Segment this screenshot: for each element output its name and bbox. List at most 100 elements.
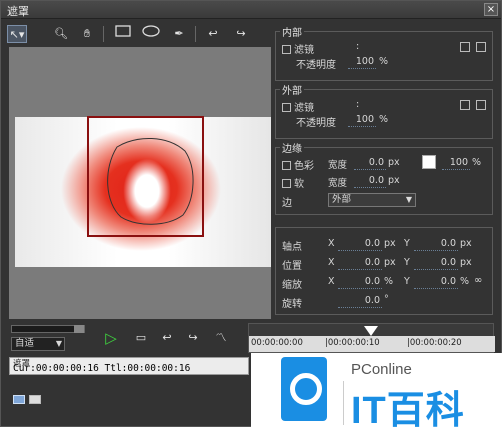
outer-opacity-unit: % — [379, 114, 389, 125]
window-title: 遮罩 — [7, 5, 29, 18]
edge-side-label: 边 — [282, 198, 292, 209]
rectangle-icon[interactable] — [113, 25, 133, 43]
anchor-x-field[interactable]: 0.0 — [338, 238, 382, 251]
edge-side-value: 外部 — [332, 194, 352, 205]
watermark-title: IT百科 — [351, 390, 465, 427]
inner-title: 内部 — [280, 24, 304, 39]
edge-panel: 边缘 色彩 宽度 0.0 px 100 % 软 宽度 0.0 px 边 外部 ▼ — [275, 140, 493, 215]
playhead[interactable] — [364, 326, 378, 336]
edge-title: 边缘 — [280, 140, 304, 155]
outer-opacity-field[interactable]: 100 — [348, 114, 376, 127]
timeline-ruler[interactable]: 00:00:00:00 |00:00:00:10 |00:00:00:20 — [249, 336, 495, 352]
inner-opacity-field[interactable]: 100 — [348, 56, 376, 69]
watermark: PConline IT百科 — [251, 353, 502, 427]
ellipse-icon[interactable] — [141, 25, 161, 43]
edge-soft-label: 软 — [294, 179, 304, 190]
pconline-logo-icon — [281, 357, 327, 421]
zoom-icon[interactable]: 🔍︎ — [51, 25, 71, 43]
outer-filter-label: 滤镜 — [294, 103, 314, 114]
anchor-y-field[interactable]: 0.0 — [414, 238, 458, 251]
view-mode-toggles — [13, 395, 45, 407]
zoom-value: 自适 — [15, 338, 35, 349]
anchor-x-label: X — [328, 238, 335, 249]
edge-width-unit: px — [388, 157, 400, 168]
preview-zoom-slider[interactable] — [11, 325, 85, 333]
inner-filter-row[interactable]: 滤镜 — [282, 41, 314, 56]
outer-filter-checkbox[interactable] — [282, 103, 291, 112]
close-button[interactable]: × — [484, 3, 498, 16]
mask-window: 遮罩 × ↖▾ 🔍︎ ✋︎ ✒︎ ↩︎ ↪︎ 内部 滤镜 : 不透明度 100 … — [0, 0, 502, 427]
filter-settings-icon[interactable] — [460, 42, 470, 52]
hand-icon[interactable]: ✋︎ — [77, 25, 97, 43]
filter-settings-icon[interactable] — [460, 100, 470, 110]
anchor-x-unit: px — [384, 238, 396, 249]
timeline[interactable]: 00:00:00:00 |00:00:00:10 |00:00:00:20 — [248, 323, 495, 353]
inner-panel: 内部 滤镜 : 不透明度 100 % — [275, 24, 493, 81]
undo-icon[interactable]: ↩︎ — [203, 25, 223, 43]
scale-y-label: Y — [404, 276, 410, 287]
edge-soft-width-field[interactable]: 0.0 — [354, 175, 386, 188]
timecode-display: 遮罩 Cur:00:00:00:16 Ttl:00:00:00:16 — [9, 357, 249, 375]
tool-bar: ↖▾ 🔍︎ ✋︎ ✒︎ ↩︎ ↪︎ — [7, 23, 269, 45]
inner-opacity-label: 不透明度 — [296, 60, 336, 71]
edge-color-percent-field[interactable]: 100 — [442, 157, 470, 170]
edge-side-select[interactable]: 外部 ▼ — [328, 193, 416, 207]
ruler-tick: |00:00:00:20 — [407, 338, 462, 348]
filter-remove-icon[interactable] — [476, 42, 486, 52]
edge-soft-checkbox[interactable] — [282, 179, 291, 188]
graph-icon[interactable]: 〽︎ — [211, 329, 231, 347]
scale-y-unit: % — [460, 276, 470, 287]
position-label: 位置 — [282, 261, 302, 272]
scale-y-field[interactable]: 0.0 — [414, 276, 458, 289]
play-icon[interactable]: ▷ — [101, 329, 121, 347]
comment-icon[interactable]: ▭ — [131, 329, 151, 347]
rotate-unit: ° — [384, 294, 389, 305]
outer-opacity-label: 不透明度 — [296, 118, 336, 129]
position-y-field[interactable]: 0.0 — [414, 257, 458, 270]
outer-title: 外部 — [280, 82, 304, 97]
scale-x-label: X — [328, 276, 335, 287]
link-icon[interactable]: ∞ — [474, 275, 482, 286]
edge-color-swatch[interactable] — [422, 155, 436, 169]
loop-back-icon[interactable]: ↩︎ — [157, 329, 177, 347]
edge-width-label: 宽度 — [328, 160, 348, 171]
edge-color-checkbox[interactable] — [282, 161, 291, 170]
outer-filter-row[interactable]: 滤镜 — [282, 99, 314, 114]
edge-soft-width-unit: px — [388, 175, 400, 186]
position-y-label: Y — [404, 257, 410, 268]
redo-icon[interactable]: ↪︎ — [231, 25, 251, 43]
ruler-tick: 00:00:00:00 — [251, 338, 303, 348]
pen-icon[interactable]: ✒︎ — [169, 25, 189, 43]
anchor-y-unit: px — [460, 238, 472, 249]
edge-soft-width-label: 宽度 — [328, 178, 348, 189]
split-view-icon[interactable] — [13, 395, 25, 404]
scale-x-field[interactable]: 0.0 — [338, 276, 382, 289]
watermark-brand: PConline — [351, 361, 412, 378]
outer-filter-colon: : — [356, 99, 360, 110]
timecode-text: Cur:00:00:00:16 Ttl:00:00:00:16 — [13, 363, 191, 374]
edge-color-percent-unit: % — [472, 157, 482, 168]
inner-opacity-unit: % — [379, 56, 389, 67]
edge-width-field[interactable]: 0.0 — [354, 157, 386, 170]
rotate-label: 旋转 — [282, 299, 302, 310]
mask-freehand-path[interactable] — [97, 129, 197, 229]
select-arrow-icon[interactable]: ↖▾ — [7, 25, 27, 43]
loop-forward-icon[interactable]: ↪︎ — [183, 329, 203, 347]
edge-color-label: 色彩 — [294, 161, 314, 172]
watermark-divider — [343, 381, 344, 425]
edge-soft-row[interactable]: 软 — [282, 175, 304, 190]
ruler-tick: |00:00:00:10 — [325, 338, 380, 348]
position-x-field[interactable]: 0.0 — [338, 257, 382, 270]
zoom-select[interactable]: 自适 ▼ — [11, 337, 65, 351]
title-bar: 遮罩 × — [1, 1, 501, 19]
edge-color-row[interactable]: 色彩 — [282, 157, 314, 172]
slider-thumb[interactable] — [74, 325, 84, 333]
filter-remove-icon[interactable] — [476, 100, 486, 110]
position-x-unit: px — [384, 257, 396, 268]
chevron-down-icon: ▼ — [405, 195, 412, 204]
preview-canvas[interactable] — [9, 47, 271, 319]
inner-filter-checkbox[interactable] — [282, 45, 291, 54]
single-view-icon[interactable] — [29, 395, 41, 404]
scale-x-unit: % — [384, 276, 394, 287]
rotate-field[interactable]: 0.0 — [338, 295, 382, 308]
